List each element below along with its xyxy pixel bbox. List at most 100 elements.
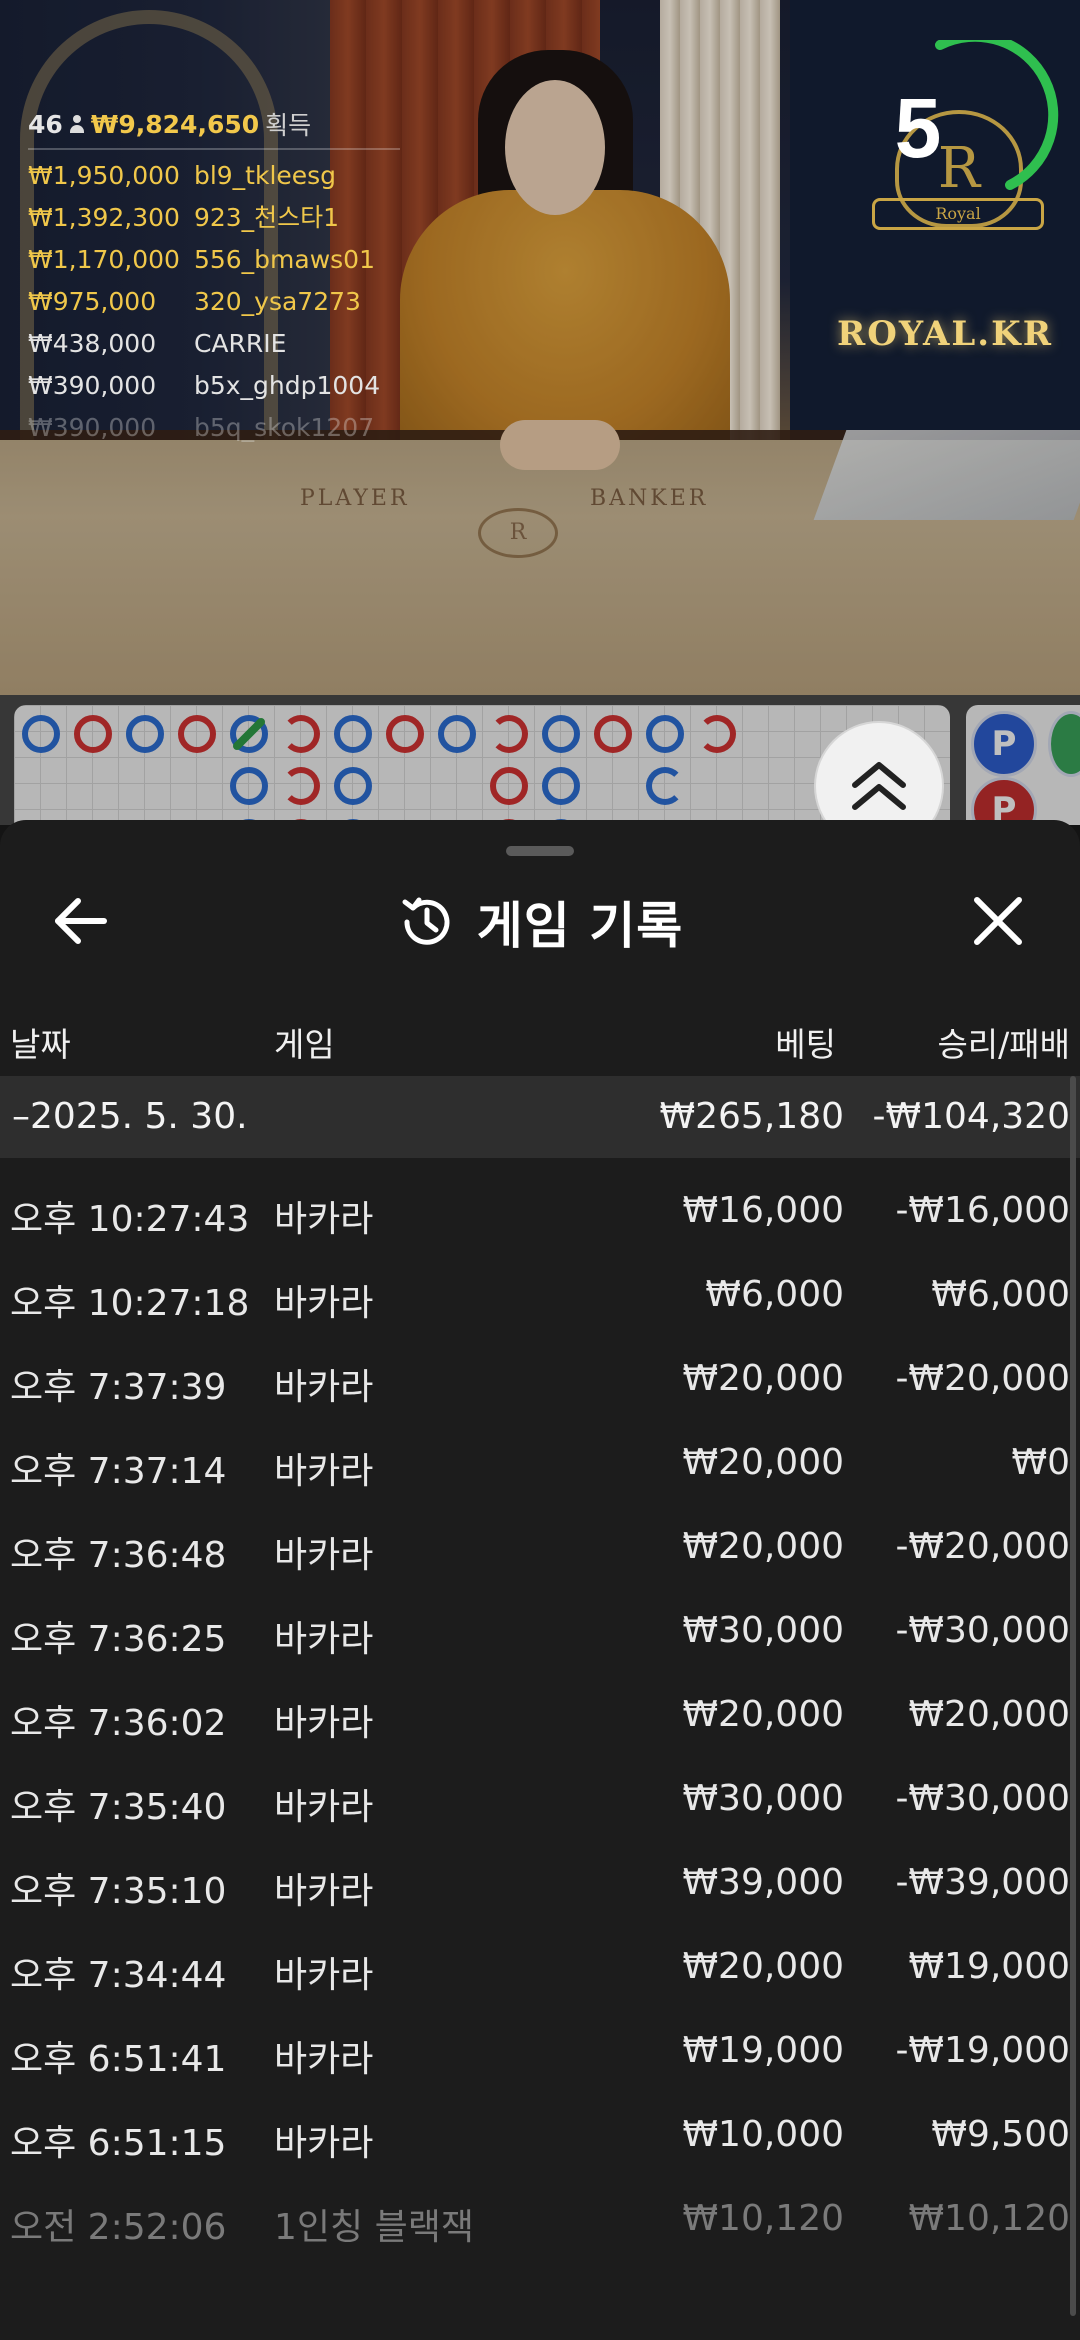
- winner-name: CARRIE: [193, 329, 287, 358]
- winner-row: ₩1,950,000 bl9_tkleesg: [28, 160, 408, 192]
- row-game: 바카라: [274, 1283, 374, 1324]
- table-row[interactable]: 오전 2:52:06 1인칭 블랙잭 ₩10,120 ₩10,120: [0, 2180, 1080, 2264]
- winner-amount: ₩1,392,300: [28, 203, 180, 232]
- row-bet: ₩20,000: [682, 1946, 844, 1987]
- winner-amount: ₩390,000: [28, 371, 157, 400]
- winner-name: 320_ysa7273: [193, 287, 361, 316]
- winner-amount: ₩438,000: [28, 329, 157, 358]
- table-row[interactable]: 오후 7:37:39 바카라 ₩20,000 -₩20,000: [0, 1340, 1080, 1424]
- row-time: 오후 7:37:39: [10, 1367, 227, 1408]
- row-bet: ₩30,000: [682, 1610, 844, 1651]
- row-result: -₩19,000: [895, 2030, 1070, 2071]
- row-game: 바카라: [274, 1787, 374, 1828]
- row-bet: ₩6,000: [705, 1274, 844, 1315]
- row-time: 오후 7:37:14: [10, 1451, 227, 1492]
- winner-row: ₩1,392,300 923_천스타1: [28, 202, 408, 234]
- row-bet: ₩39,000: [682, 1862, 844, 1903]
- table-row[interactable]: 오후 7:35:10 바카라 ₩39,000 -₩39,000: [0, 1844, 1080, 1928]
- row-game: 바카라: [274, 1955, 374, 1996]
- table-header: 날짜 게임 베팅 승리/패배: [0, 1010, 1080, 1070]
- table-row[interactable]: 오후 7:36:25 바카라 ₩30,000 -₩30,000: [0, 1592, 1080, 1676]
- row-bet: ₩20,000: [682, 1358, 844, 1399]
- winner-name: b5x_ghdp1004: [193, 371, 381, 400]
- winners-total-label: 획득: [265, 111, 312, 140]
- close-button[interactable]: [965, 888, 1031, 954]
- winner-row: ₩1,170,000 556_bmaws01: [28, 244, 408, 276]
- winner-amount: ₩390,000: [28, 413, 157, 442]
- row-result: ₩0: [1011, 1442, 1071, 1483]
- row-time: 오후 7:34:44: [10, 1955, 227, 1996]
- logo-ribbon: Royal: [872, 198, 1044, 230]
- row-game: 바카라: [274, 1703, 374, 1744]
- row-result: -₩20,000: [895, 1358, 1070, 1399]
- row-time: 오후 6:51:15: [10, 2123, 227, 2164]
- winner-row: ₩390,000 b5x_ghdp1004: [28, 370, 408, 402]
- row-result: ₩6,000: [931, 1274, 1070, 1315]
- winner-amount: ₩975,000: [28, 287, 157, 316]
- chevron-double-up-icon: [852, 762, 906, 810]
- betting-timer: 5: [895, 31, 1060, 200]
- game-history-sheet: 게임 기록 날짜 게임 베팅 승리/패배 –2025. 5. 30. ₩265,…: [0, 820, 1080, 2340]
- row-game: 바카라: [274, 2039, 374, 2080]
- winner-row: ₩390,000 b5q_skok1207: [28, 412, 408, 444]
- row-bet: ₩19,000: [682, 2030, 844, 2071]
- row-game: 바카라: [274, 1619, 374, 1660]
- row-time: 오전 2:52:06: [10, 2207, 227, 2248]
- history-clock-icon: [402, 897, 450, 945]
- person-icon: [69, 115, 85, 133]
- group-win-total: -₩104,320: [872, 1096, 1070, 1137]
- table-row[interactable]: 오후 10:27:18 바카라 ₩6,000 ₩6,000: [0, 1256, 1080, 1340]
- winner-row: ₩975,000 320_ysa7273: [28, 286, 408, 318]
- table-row[interactable]: 오후 6:51:41 바카라 ₩19,000 -₩19,000: [0, 2012, 1080, 2096]
- winner-row: ₩438,000 CARRIE: [28, 328, 408, 360]
- row-game: 바카라: [274, 1367, 374, 1408]
- row-game: 바카라: [274, 1871, 374, 1912]
- table-row[interactable]: 오후 7:37:14 바카라 ₩20,000 ₩0: [0, 1424, 1080, 1508]
- winner-amount: ₩1,950,000: [28, 161, 180, 190]
- sheet-header: 게임 기록: [0, 880, 1080, 964]
- row-bet: ₩10,120: [682, 2198, 844, 2239]
- row-result: -₩30,000: [895, 1610, 1070, 1651]
- row-game: 바카라: [274, 1199, 374, 1240]
- row-result: -₩16,000: [895, 1190, 1070, 1231]
- table-row[interactable]: 오후 7:36:48 바카라 ₩20,000 -₩20,000: [0, 1508, 1080, 1592]
- row-time: 오후 7:36:48: [10, 1535, 227, 1576]
- page-title: 게임 기록: [476, 897, 684, 955]
- row-result: -₩39,000: [895, 1862, 1070, 1903]
- table-row[interactable]: 오후 7:35:40 바카라 ₩30,000 -₩30,000: [0, 1760, 1080, 1844]
- row-time: 오후 6:51:41: [10, 2039, 227, 2080]
- winner-amount: ₩1,170,000: [28, 245, 180, 274]
- row-game: 바카라: [274, 2123, 374, 2164]
- table-row[interactable]: 오후 7:34:44 바카라 ₩20,000 ₩19,000: [0, 1928, 1080, 2012]
- row-time: 오후 7:36:25: [10, 1619, 227, 1660]
- row-time: 오후 10:27:18: [10, 1283, 250, 1324]
- row-bet: ₩20,000: [682, 1694, 844, 1735]
- scrollbar[interactable]: [1070, 1076, 1076, 2316]
- row-result: ₩10,120: [908, 2198, 1070, 2239]
- row-bet: ₩20,000: [682, 1442, 844, 1483]
- brand-text: ROYAL.KR: [837, 314, 1053, 354]
- row-time: 오후 10:27:43: [10, 1199, 250, 1240]
- column-date: 날짜: [10, 1025, 71, 1064]
- row-game: 1인칭 블랙잭: [274, 2207, 474, 2248]
- group-bet-total: ₩265,180: [659, 1096, 844, 1137]
- winners-summary: 46 ₩9,824,650 획득: [28, 106, 400, 150]
- winners-list: 46 ₩9,824,650 획득 ₩1,950,000 bl9_tkleesg …: [28, 106, 408, 444]
- row-bet: ₩30,000: [682, 1778, 844, 1819]
- winners-total: ₩9,824,650: [90, 109, 260, 139]
- table-row[interactable]: 오후 10:27:43 바카라 ₩16,000 -₩16,000: [0, 1172, 1080, 1256]
- row-game: 바카라: [274, 1535, 374, 1576]
- table-row[interactable]: 오후 7:36:02 바카라 ₩20,000 ₩20,000: [0, 1676, 1080, 1760]
- table-row[interactable]: 오후 6:51:15 바카라 ₩10,000 ₩9,500: [0, 2096, 1080, 2180]
- history-list: 오후 10:27:43 바카라 ₩16,000 -₩16,000 오후 10:27:1…: [0, 1172, 1080, 2264]
- row-time: 오후 7:36:02: [10, 1703, 227, 1744]
- row-bet: ₩10,000: [682, 2114, 844, 2155]
- date-group-row[interactable]: –2025. 5. 30. ₩265,180 -₩104,320: [0, 1076, 1080, 1158]
- close-icon: [974, 897, 1022, 945]
- row-bet: ₩16,000: [682, 1190, 844, 1231]
- column-game: 게임: [274, 1025, 335, 1064]
- row-result: ₩19,000: [908, 1946, 1070, 1987]
- row-result: ₩9,500: [931, 2114, 1070, 2155]
- winner-name: bl9_tkleesg: [193, 161, 337, 190]
- drag-handle[interactable]: [506, 846, 574, 856]
